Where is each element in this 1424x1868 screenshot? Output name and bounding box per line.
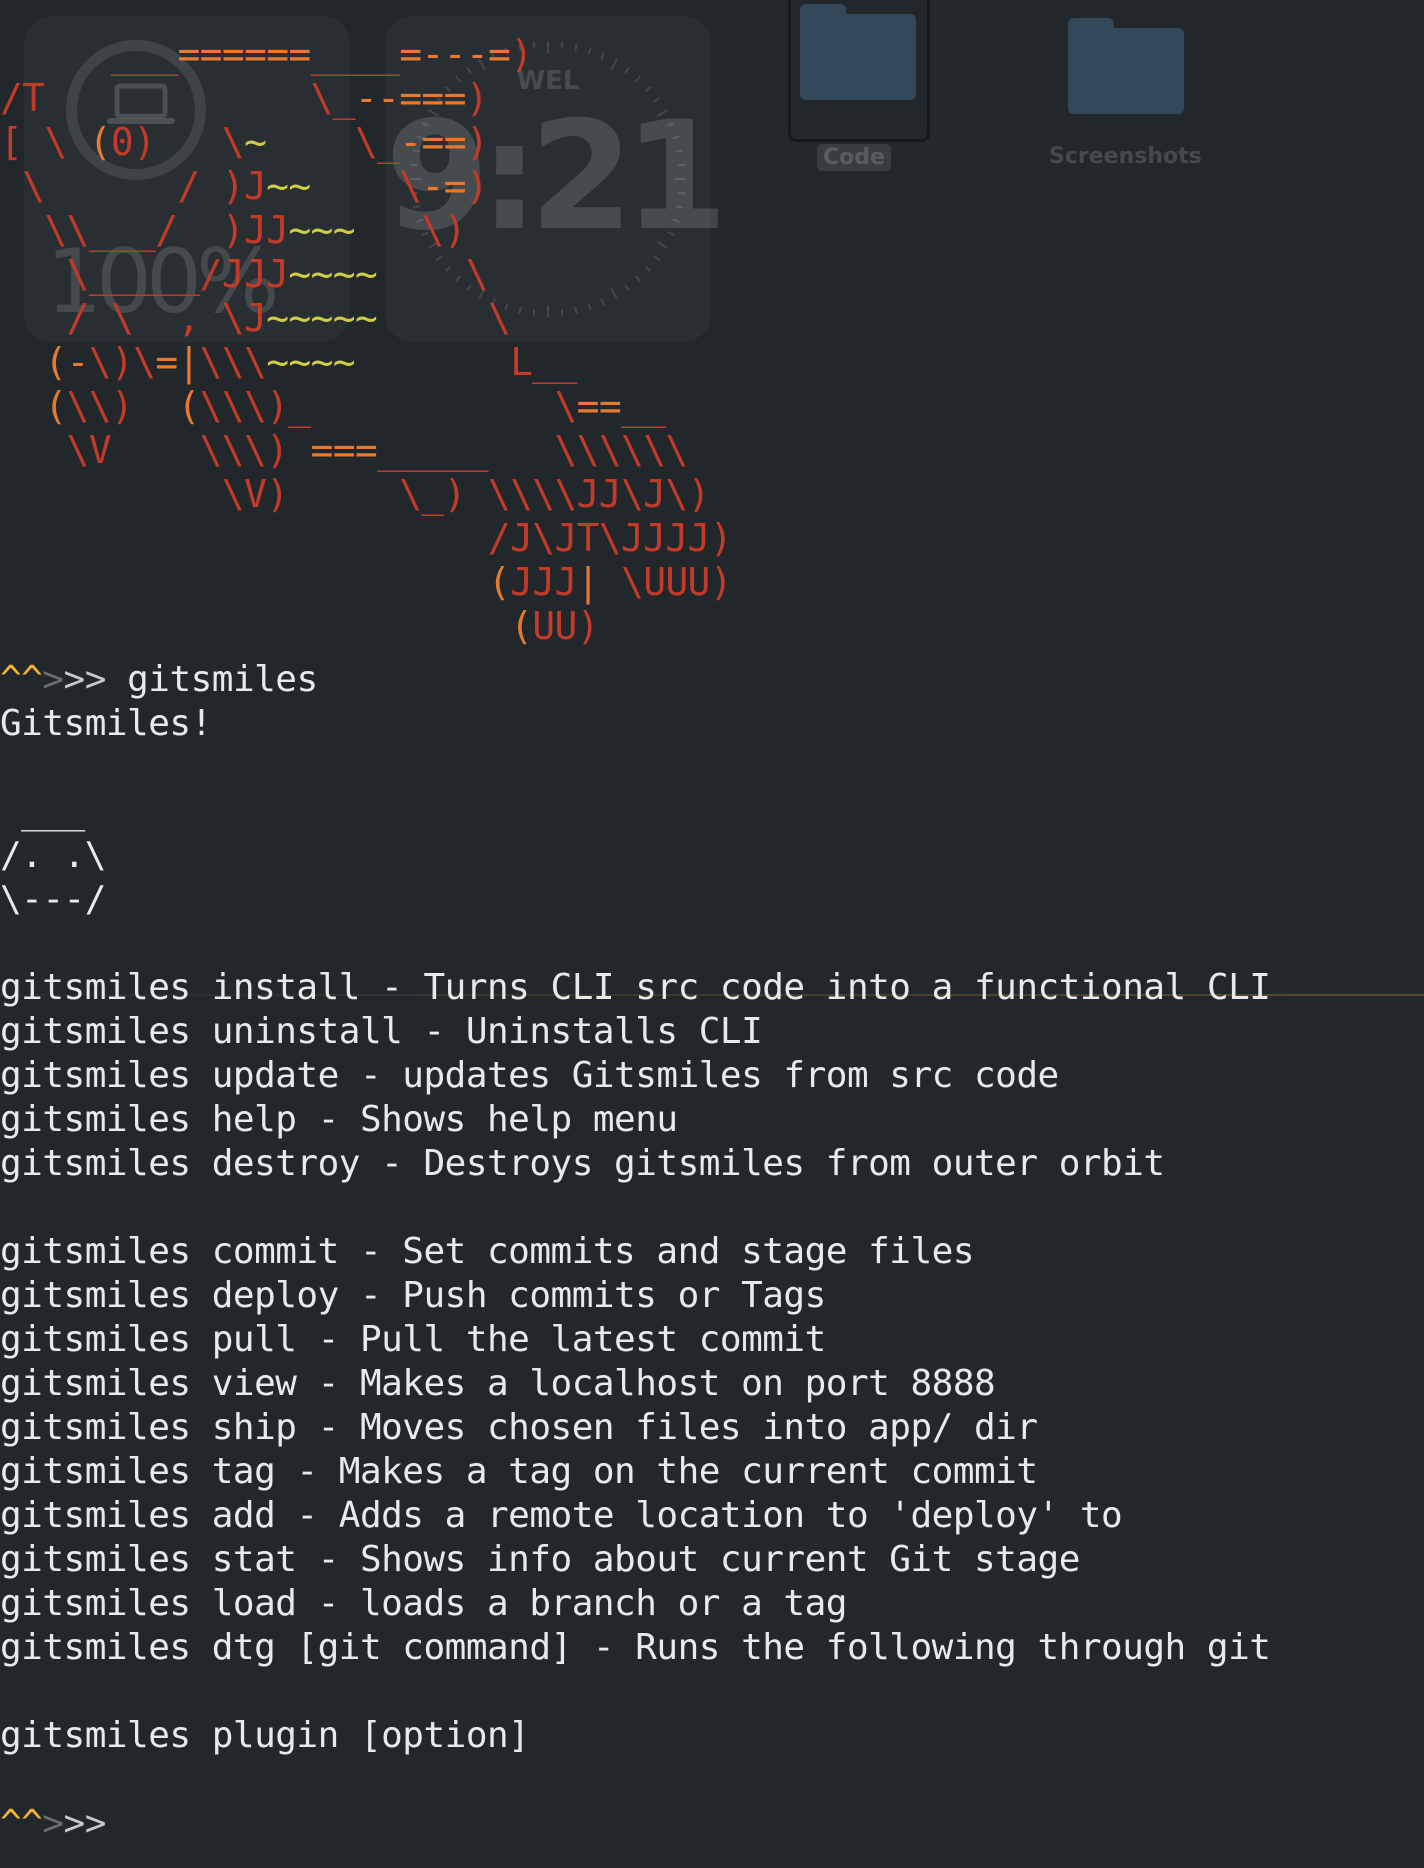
help-line: gitsmiles load - loads a branch or a tag bbox=[0, 1583, 847, 1624]
prompt-hat: ^^ bbox=[0, 659, 43, 700]
help-line: gitsmiles update - updates Gitsmiles fro… bbox=[0, 1055, 1059, 1096]
help-line: gitsmiles destroy - Destroys gitsmiles f… bbox=[0, 1143, 1165, 1184]
help-line: gitsmiles install - Turns CLI src code i… bbox=[0, 967, 1271, 1008]
terminal-window[interactable]: ___======____=---=) /T \_--===) [ \ (0) … bbox=[0, 0, 1424, 1868]
help-line: gitsmiles commit - Set commits and stage… bbox=[0, 1231, 975, 1272]
output-title: Gitsmiles! bbox=[0, 703, 212, 744]
help-line: gitsmiles stat - Shows info about curren… bbox=[0, 1539, 1080, 1580]
help-line: gitsmiles view - Makes a localhost on po… bbox=[0, 1363, 996, 1404]
entered-command: gitsmiles bbox=[127, 659, 318, 700]
help-line: gitsmiles ship - Moves chosen files into… bbox=[0, 1407, 1038, 1448]
prompt-line-current[interactable]: ^^>>> bbox=[0, 1802, 106, 1846]
prompt-hat: ^^ bbox=[0, 1803, 43, 1844]
face-art-line: ___ bbox=[0, 791, 85, 832]
help-line: gitsmiles deploy - Push commits or Tags bbox=[0, 1275, 826, 1316]
prompt-line: ^^>>> gitsmiles bbox=[0, 658, 318, 702]
help-line: gitsmiles uninstall - Uninstalls CLI bbox=[0, 1011, 763, 1052]
horse-ascii-art: ___======____=---=) /T \_--===) [ \ (0) … bbox=[0, 32, 733, 648]
plugin-help-line: gitsmiles plugin [option] bbox=[0, 1715, 530, 1756]
prompt-dim: > bbox=[42, 1803, 64, 1844]
help-line: gitsmiles help - Shows help menu bbox=[0, 1099, 678, 1140]
prompt-arrow: >> bbox=[63, 659, 107, 700]
help-line: gitsmiles add - Adds a remote location t… bbox=[0, 1495, 1123, 1536]
help-line: gitsmiles tag - Makes a tag on the curre… bbox=[0, 1451, 1038, 1492]
face-art-line: /. .\ bbox=[0, 835, 106, 876]
prompt-dim: > bbox=[42, 659, 64, 700]
face-art-line: \---/ bbox=[0, 879, 106, 920]
help-line: gitsmiles dtg [git command] - Runs the f… bbox=[0, 1627, 1271, 1668]
prompt-arrow: >> bbox=[63, 1803, 107, 1844]
help-line: gitsmiles pull - Pull the latest commit bbox=[0, 1319, 826, 1360]
